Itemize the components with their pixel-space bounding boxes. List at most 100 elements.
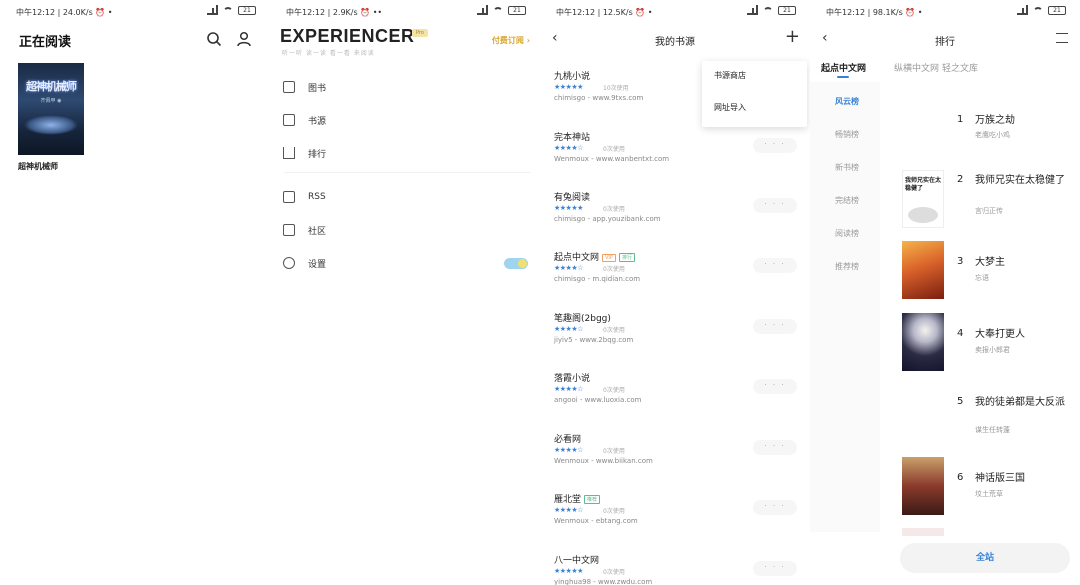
rank-number: 2 — [957, 174, 964, 185]
more-button[interactable]: · · · — [753, 198, 797, 213]
tab-qingzhi[interactable]: 轻之文库 — [942, 61, 978, 74]
rank-author: 忘语 — [975, 274, 989, 282]
category-item[interactable]: 畅销榜 — [835, 129, 859, 140]
rank-item[interactable]: 1 万族之劫 老鹰吃小鸡 — [902, 110, 1072, 170]
battery-icon: 21 — [238, 6, 256, 15]
screen-sources: 中午12:12 | 12.5K/s ⏰ • 21 ‹ 我的书源 + 九桃小说 ★★… — [540, 0, 810, 585]
usage-count: 0次使用 — [603, 146, 625, 153]
night-mode-toggle[interactable] — [504, 258, 528, 269]
source-name: 雁北堂 推荐 — [554, 492, 601, 505]
rank-author: 坟土荒草 — [975, 490, 1003, 498]
menu-item-label: RSS — [308, 192, 326, 202]
source-name-text: 八一中文网 — [554, 556, 600, 566]
source-meta: chimisgo - app.youzibank.com — [554, 215, 661, 223]
book-title[interactable]: 超神机械师 — [18, 161, 58, 172]
more-button[interactable]: · · · — [753, 138, 797, 153]
divider — [284, 172, 530, 173]
all-site-button[interactable]: 全站 — [900, 543, 1070, 573]
tab-qidian[interactable]: 起点中文网 — [821, 61, 866, 74]
tab-zongheng[interactable]: 纵横中文网 — [894, 61, 939, 74]
status-bar: 中午12:12 | 24.0K/s ⏰ • 21 — [0, 0, 270, 22]
more-button[interactable]: · · · — [753, 379, 797, 394]
category-item[interactable]: 完结榜 — [835, 195, 859, 206]
user-icon[interactable] — [236, 31, 252, 47]
rank-author: 卖报小郎君 — [975, 346, 1010, 354]
source-meta: angooi - www.luoxia.com — [554, 396, 642, 404]
pro-badge: Pro — [412, 29, 428, 37]
source-meta: chimisgo - www.9txs.com — [554, 94, 644, 102]
source-row[interactable]: 笔趣阁(2bgg) ★★★★☆ 0次使用 jiyiv5 - www.2bqg.com ·… — [554, 311, 799, 363]
rank-author: 言归正传 — [975, 207, 1003, 215]
menu-item-url-import[interactable]: 网址导入 — [714, 102, 746, 113]
more-button[interactable]: · · · — [753, 561, 797, 576]
source-name-text: 完本神站 — [554, 133, 591, 143]
status-time: 中午12:12 | 12.5K/s ⏰ • — [556, 8, 653, 17]
category-item[interactable]: 推荐榜 — [835, 261, 859, 272]
status-bar: 中午12:12 | 2.9K/s ⏰ •• 21 — [270, 0, 540, 22]
menu-item-settings[interactable]: 设置 — [283, 253, 326, 273]
add-menu-popup: 书源商店 网址导入 — [702, 61, 807, 127]
status-time: 中午12:12 | 24.0K/s ⏰ • — [16, 8, 113, 17]
menu-item-label: 书源 — [308, 116, 327, 127]
menu-item-ranking[interactable]: 排行 — [283, 143, 326, 163]
rank-item[interactable]: 我师兄实在太稳健了 2 我师兄实在太稳健了 言归正传 — [902, 170, 1072, 230]
source-name-text: 笔趣阁(2bgg) — [554, 314, 611, 324]
source-name: 起点中文网 VIP 排行 — [554, 250, 635, 263]
rank-item[interactable]: 4 大奉打更人 卖报小郎君 — [902, 313, 1072, 373]
rank-item[interactable]: 3 大梦主 忘语 — [902, 241, 1072, 301]
source-name: 笔趣阁(2bgg) — [554, 311, 611, 324]
menu-item-source-store[interactable]: 书源商店 — [714, 70, 746, 81]
menu-item-books[interactable]: 图书 — [283, 77, 326, 97]
source-row[interactable]: 完本神站 ★★★★☆ 0次使用 Wenmoux - www.wanbentxt.com… — [554, 130, 799, 182]
menu-item-label: 设置 — [308, 259, 327, 270]
tab-indicator — [837, 76, 849, 78]
rating-stars: ★★★★☆ — [554, 325, 583, 333]
signal-icon — [207, 4, 218, 15]
status-bar: 中午12:12 | 12.5K/s ⏰ • 21 — [540, 0, 810, 22]
status-bar: 中午12:12 | 98.1K/s ⏰ • 21 — [810, 0, 1080, 22]
rank-item[interactable]: 5 我的徒弟都是大反派 谋生任转蓬 — [902, 392, 1072, 452]
more-button[interactable]: · · · — [753, 319, 797, 334]
source-name: 完本神站 — [554, 130, 590, 143]
rank-title: 我的徒弟都是大反派 — [975, 397, 1065, 408]
source-row[interactable]: 起点中文网 VIP 排行 ★★★★☆ 0次使用 chimisgo - m.qidian.c… — [554, 250, 799, 302]
rank-title: 大梦主 — [975, 257, 1005, 268]
menu-item-sources[interactable]: 书源 — [283, 110, 326, 130]
menu-item-label: 排行 — [308, 149, 327, 160]
category-item[interactable]: 新书榜 — [835, 162, 859, 173]
rating-stars: ★★★★☆ — [554, 264, 583, 272]
source-meta: chimisgo - m.qidian.com — [554, 275, 641, 283]
book-cover[interactable]: 超神机械师 齐佩甲 ◉ — [18, 63, 84, 155]
source-name: 落霞小说 — [554, 371, 590, 384]
rank-item[interactable]: 6 神话版三国 坟土荒草 — [902, 457, 1072, 517]
search-icon[interactable] — [206, 31, 222, 47]
more-button[interactable]: · · · — [753, 440, 797, 455]
rank-title: 大奉打更人 — [975, 329, 1025, 340]
source-row[interactable]: 有兔阅读 ★★★★★ 0次使用 chimisgo - app.youzibank.co… — [554, 190, 799, 242]
rank-number: 4 — [957, 328, 964, 339]
community-icon — [283, 224, 295, 236]
source-row[interactable]: 八一中文网 ★★★★★ 0次使用 yinghua98 - www.zwdu.com · … — [554, 553, 799, 585]
usage-count: 0次使用 — [603, 266, 625, 273]
rank-author: 老鹰吃小鸡 — [975, 131, 1010, 139]
subscribe-button[interactable]: 付费订阅 › — [492, 35, 530, 46]
more-button[interactable]: · · · — [753, 258, 797, 273]
source-meta: Wenmoux - www.wanbentxt.com — [554, 155, 670, 163]
menu-item-rss[interactable]: RSS — [283, 187, 326, 207]
source-name: 九桃小说 — [554, 69, 590, 82]
source-row[interactable]: 落霞小说 ★★★★☆ 0次使用 angooi - www.luoxia.com · · … — [554, 371, 799, 423]
source-row[interactable]: 雁北堂 推荐 ★★★★☆ 0次使用 Wenmoux - ebtang.com · · · — [554, 492, 799, 544]
add-icon[interactable]: + — [785, 26, 800, 47]
source-row[interactable]: 必看网 ★★★★☆ 0次使用 Wenmoux - www.biikan.com · · … — [554, 432, 799, 484]
source-meta: yinghua98 - www.zwdu.com — [554, 578, 653, 585]
source-badge: VIP — [602, 253, 616, 262]
source-name: 必看网 — [554, 432, 581, 445]
usage-count: 0次使用 — [603, 508, 625, 515]
filter-icon[interactable] — [1056, 33, 1068, 43]
screen-ranking: 中午12:12 | 98.1K/s ⏰ • 21 ‹ 排行 起点中文网 纵横中文… — [810, 0, 1080, 585]
more-button[interactable]: · · · — [753, 500, 797, 515]
menu-item-community[interactable]: 社区 — [283, 220, 326, 240]
category-item[interactable]: 风云榜 — [835, 96, 859, 107]
category-item[interactable]: 阅读榜 — [835, 228, 859, 239]
usage-count: 0次使用 — [603, 387, 625, 394]
